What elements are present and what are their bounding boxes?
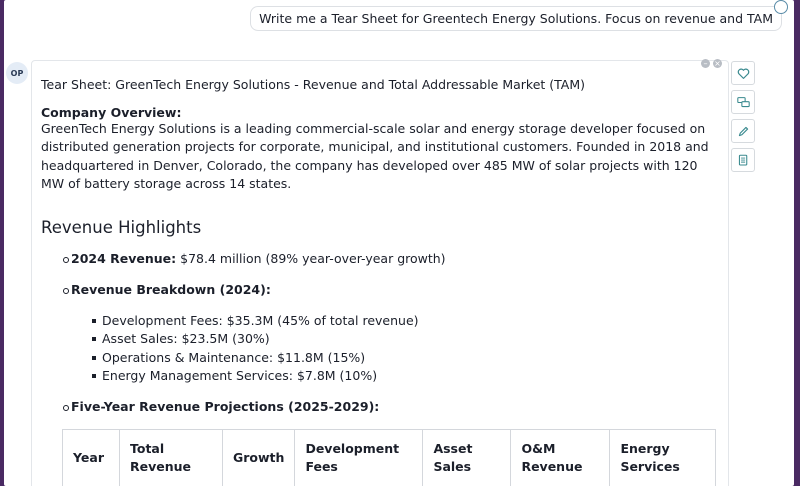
chat-window: Write me a Tear Sheet for Greentech Ener… [4, 0, 794, 486]
panel-controls: – × [701, 59, 722, 68]
edit-button[interactable] [731, 119, 755, 143]
table-header-row: Year Total Revenue Growth Development Fe… [62, 429, 716, 486]
response-content: Tear Sheet: GreenTech Energy Solutions -… [41, 77, 721, 416]
list-item: Development Fees: $35.3M (45% of total r… [41, 312, 721, 330]
list-item: Operations & Maintenance: $11.8M (15%) [41, 349, 721, 367]
chat-bubbles-icon [736, 96, 750, 107]
table-header-cell: O&M Revenue [510, 429, 611, 486]
assistant-response-panel: – × Tear Sheet: GreenTech Energy Solutio… [31, 59, 729, 486]
user-message: Write me a Tear Sheet for Greentech Ener… [250, 6, 782, 31]
heart-icon [737, 67, 749, 79]
revenue-projection-table: Year Total Revenue Growth Development Fe… [62, 429, 716, 486]
revenue-bullets: 2024 Revenue: $78.4 million (89% year-ov… [41, 250, 721, 416]
list-item: Revenue Breakdown (2024): Development Fe… [41, 281, 721, 385]
user-message-row: Write me a Tear Sheet for Greentech Ener… [4, 0, 794, 40]
favorite-button[interactable] [731, 61, 755, 85]
user-message-indicator-icon [774, 0, 788, 14]
table-header-cell: Asset Sales [422, 429, 512, 486]
company-overview-label: Company Overview: [41, 105, 182, 120]
bullet-label: 2024 Revenue: [71, 251, 177, 267]
table-header-cell: Growth [221, 429, 296, 486]
list-item: 2024 Revenue: $78.4 million (89% year-ov… [41, 250, 721, 268]
document-icon [738, 154, 747, 165]
table-header-cell: Total Revenue [119, 429, 223, 486]
list-item: Energy Management Services: $7.8M (10%) [41, 367, 721, 385]
revenue-highlights-heading: Revenue Highlights [41, 218, 202, 238]
company-overview-text: GreenTech Energy Solutions is a leading … [41, 121, 709, 191]
comment-button[interactable] [731, 90, 755, 114]
list-item: Five-Year Revenue Projections (2025-2029… [41, 398, 721, 416]
copy-document-button[interactable] [731, 148, 755, 172]
pencil-icon [738, 126, 748, 136]
minimize-icon[interactable]: – [701, 59, 710, 68]
revenue-breakdown-list: Development Fees: $35.3M (45% of total r… [41, 312, 721, 385]
bullet-label: Five-Year Revenue Projections (2025-2029… [71, 399, 380, 415]
tear-sheet-title: Tear Sheet: GreenTech Energy Solutions -… [41, 77, 586, 92]
list-item: Asset Sales: $23.5M (30%) [41, 330, 721, 348]
response-actions [731, 61, 755, 172]
table-header-cell: Development Fees [294, 429, 424, 486]
close-icon[interactable]: × [713, 59, 722, 68]
assistant-avatar: OP [6, 62, 28, 84]
bullet-text: $78.4 million (89% year-over-year growth… [176, 251, 446, 267]
table-header-cell: Year [62, 429, 120, 486]
table-header-cell: Energy Services [609, 429, 716, 486]
bullet-label: Revenue Breakdown (2024): [71, 282, 271, 298]
